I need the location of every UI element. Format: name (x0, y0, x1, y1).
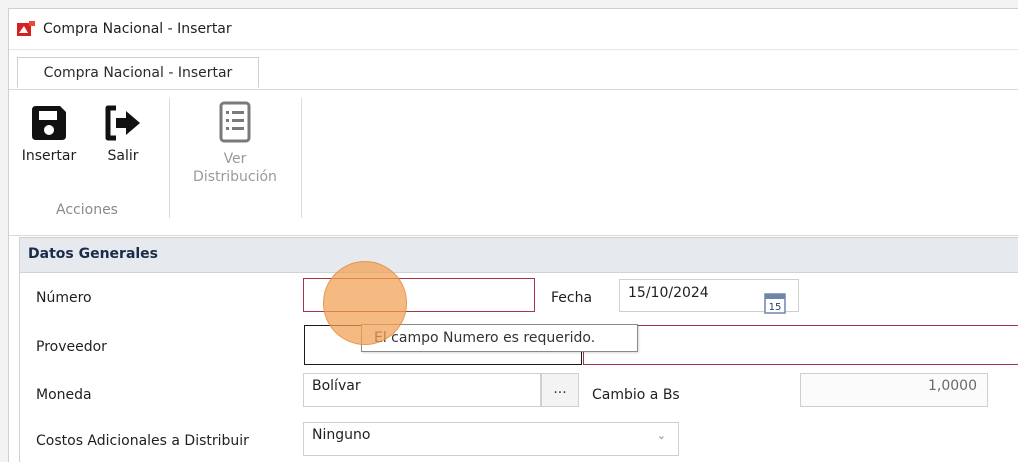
insertar-button[interactable]: Insertar (17, 102, 81, 164)
tab-strip: Compra Nacional - Insertar (9, 50, 1018, 90)
proveedor-name-input[interactable] (583, 325, 1018, 365)
numero-label: Número (36, 290, 92, 306)
panel-title: Datos Generales (28, 246, 159, 262)
costos-selected-value: Ninguno (312, 427, 371, 443)
insertar-label: Insertar (21, 148, 77, 164)
fecha-label: Fecha (551, 290, 593, 306)
cambio-label: Cambio a Bs (592, 387, 680, 403)
ribbon: Insertar Salir Acciones Ver Distribución (9, 90, 1018, 236)
moneda-browse-button[interactable]: ... (541, 373, 579, 407)
window-title: Compra Nacional - Insertar (43, 21, 232, 37)
ribbon-separator (169, 98, 170, 218)
salir-button[interactable]: Salir (93, 102, 153, 164)
exit-icon (105, 105, 140, 141)
save-icon (32, 106, 66, 140)
proveedor-label: Proveedor (36, 339, 107, 355)
document-list-icon (219, 101, 251, 143)
salir-label: Salir (107, 148, 139, 164)
chevron-down-icon: ⌄ (656, 429, 666, 442)
window: Compra Nacional - Insertar Compra Nacion… (8, 8, 1018, 462)
app-icon (17, 21, 35, 36)
moneda-input[interactable]: Bolívar (303, 373, 541, 407)
costos-select[interactable]: Ninguno ⌄ (303, 422, 679, 456)
validation-tooltip: El campo Numero es requerido. (361, 324, 638, 352)
click-indicator (323, 261, 407, 345)
cambio-input[interactable]: 1,0000 (800, 373, 988, 407)
tab-compra-nacional[interactable]: Compra Nacional - Insertar (17, 57, 259, 88)
costos-label: Costos Adicionales a Distribuir (36, 433, 249, 449)
panel-header: Datos Generales (20, 238, 1018, 273)
moneda-label: Moneda (36, 387, 92, 403)
group-label-acciones: Acciones (56, 202, 118, 218)
ver-distribucion-button[interactable]: Ver Distribución (181, 100, 289, 186)
title-bar: Compra Nacional - Insertar (9, 9, 1018, 50)
calendar-day: 15 (769, 302, 782, 313)
ribbon-separator-2 (301, 98, 302, 218)
calendar-icon[interactable]: 15 (763, 291, 787, 315)
distribucion-label: Distribución (193, 169, 277, 185)
ver-label: Ver (223, 151, 247, 167)
